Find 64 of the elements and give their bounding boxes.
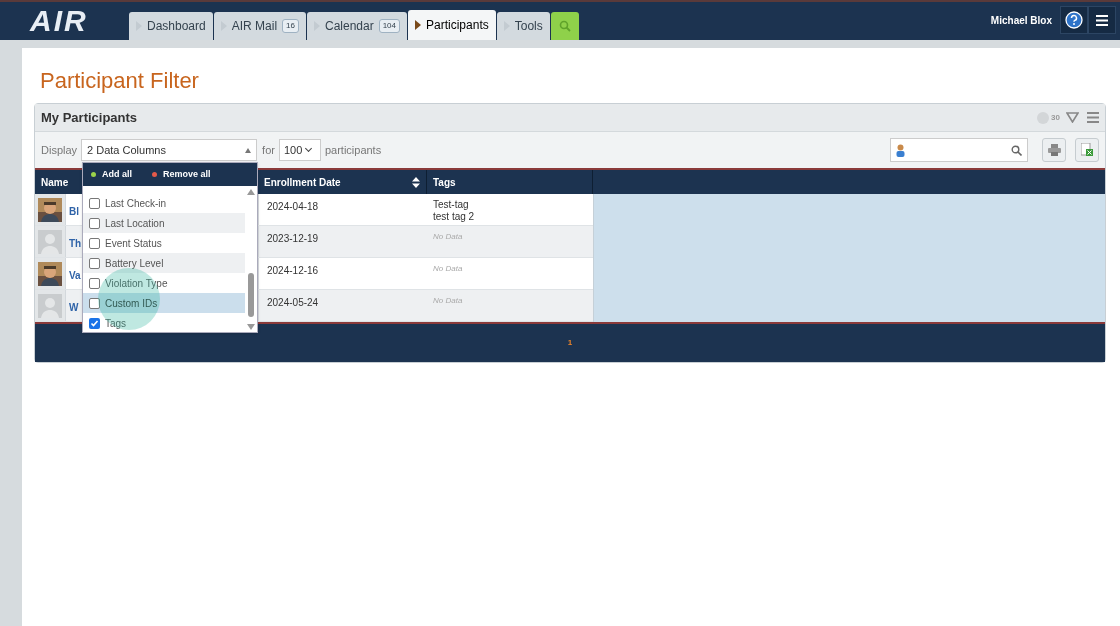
display-label: Display [41,142,78,158]
logo[interactable]: AIR [30,6,88,36]
help-icon [1065,11,1083,29]
search-icon[interactable] [1011,144,1022,156]
nav-tab[interactable]: Participants [408,10,496,40]
column-option[interactable]: Tags [83,313,245,332]
for-label: for [262,142,275,158]
page-link[interactable]: 1 [567,337,573,349]
column-option[interactable]: Battery Level [83,253,245,273]
checkbox[interactable] [89,257,100,269]
tag-text: Test-tag [433,199,470,211]
print-button[interactable] [1042,138,1066,162]
table-cell: 2024-04-18 [267,201,319,212]
add-all-link[interactable]: Add all [91,167,132,182]
nav-tab[interactable]: Tools [496,12,550,40]
sort-icon [412,176,420,188]
caret-icon [415,20,422,30]
checkbox[interactable] [89,217,100,229]
panel-title: My Participants [41,108,139,127]
participant-name[interactable]: Va [66,258,81,282]
no-data-text: No Data [433,263,464,275]
table-cell: 2024-05-24 [267,297,319,308]
nav-tab[interactable]: AIR Mail 16 [213,12,306,40]
help-button[interactable] [1060,6,1088,34]
export-button[interactable] [1075,138,1099,162]
checkbox[interactable] [89,297,100,309]
menu-icon [1096,14,1108,26]
person-icon [896,143,905,157]
no-data-text: No Data [433,295,464,307]
table-cell: 2023-12-19 [267,233,319,244]
menu-button[interactable] [1088,6,1116,34]
participant-name[interactable]: Bl [66,194,79,218]
participant-name[interactable]: Th [66,226,82,250]
caret-icon [245,147,252,153]
checkbox[interactable] [89,277,100,289]
participant-count: 30 [1051,111,1060,124]
no-data-text: No Data [433,231,464,243]
bullet-icon [91,172,96,177]
spreadsheet-icon [1081,143,1093,157]
tag-text: test tag 2 [433,211,476,223]
checkbox[interactable] [89,237,100,249]
page-title: Participant Filter [39,67,200,95]
checkbox[interactable] [89,197,100,209]
table-cell: 2024-12-16 [267,265,319,276]
participant-name[interactable]: W [66,290,79,314]
checkbox[interactable] [89,317,100,329]
user-name[interactable]: Michael Blox [990,12,1052,28]
columns-select[interactable]: 2 Data Columns [81,139,258,161]
search-field[interactable] [890,138,1028,162]
column-option[interactable]: Custom IDs [83,293,245,313]
search-icon [558,20,571,32]
remove-all-link[interactable]: Remove all [152,167,211,182]
bullet-icon [152,172,157,177]
per-page-select[interactable]: 100 [278,139,321,161]
list-menu-button[interactable] [1087,112,1099,123]
count-badge: 104 [378,19,401,33]
column-option[interactable]: Last Location [83,213,245,233]
filter-button[interactable] [1066,112,1079,123]
search-tab[interactable] [550,12,579,40]
nav-tab[interactable]: Dashboard [129,12,213,40]
nav-tab[interactable]: Calendar 104 [306,12,408,40]
printer-icon [1047,144,1061,156]
count-badge: 16 [282,19,299,33]
per-page-label: participants [324,142,382,158]
